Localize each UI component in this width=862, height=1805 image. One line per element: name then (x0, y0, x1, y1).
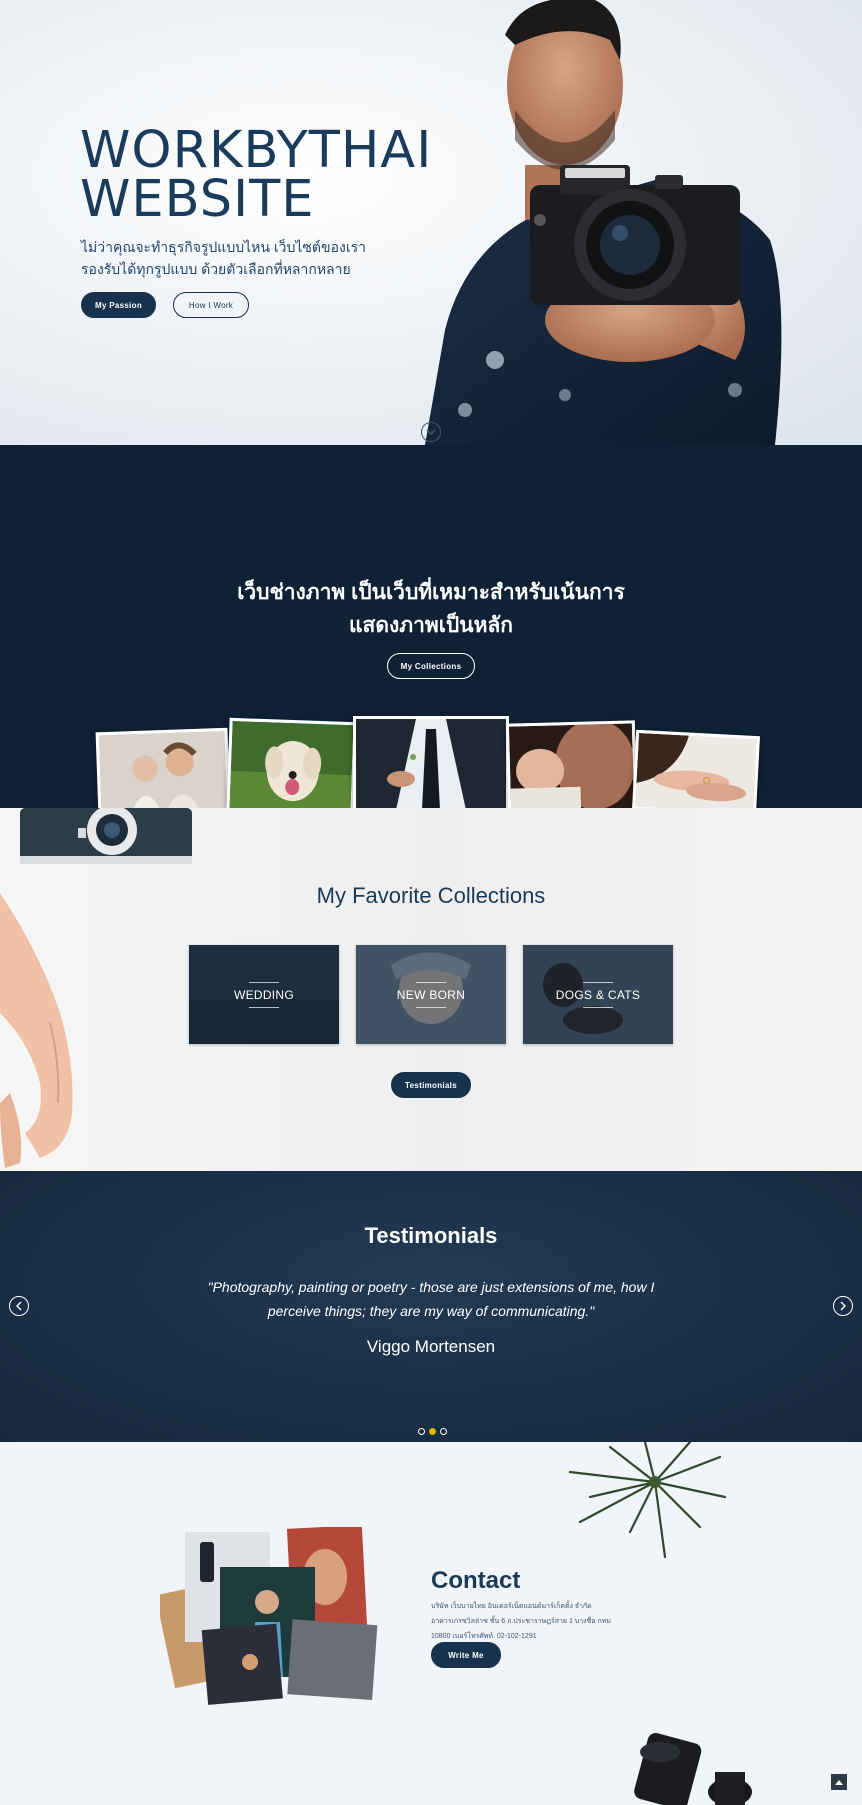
chevron-right-icon (840, 1301, 846, 1311)
photo-father-baby (505, 720, 638, 808)
intro-title-line1: เว็บช่างภาพ เป็นเว็บที่เหมาะสำหรับเน้นกา… (237, 581, 625, 604)
vintage-camera-image (20, 808, 192, 864)
collection-card-new-born[interactable]: NEW BORN (356, 945, 506, 1044)
intro-section: เว็บช่างภาพ เป็นเว็บที่เหมาะสำหรับเน้นกา… (0, 445, 862, 808)
contact-title: Contact (431, 1567, 521, 1594)
card-divider (583, 981, 613, 983)
intro-title-line2: แสดงภาพเป็นหลัก (348, 614, 513, 637)
plant-image (568, 1442, 727, 1559)
photo-collage-image (160, 1527, 378, 1705)
back-to-top-button[interactable] (831, 1774, 847, 1790)
card-divider (249, 1006, 279, 1008)
card-divider (249, 981, 279, 983)
carousel-dot-2[interactable] (429, 1428, 436, 1435)
card-divider (416, 1006, 446, 1008)
card-label-wrapper: WEDDING (189, 945, 339, 1044)
collection-card-dogs-cats[interactable]: DOGS & CATS (523, 945, 673, 1044)
testimonials-title: Testimonials (364, 1223, 498, 1248)
photo-groom (353, 716, 509, 808)
my-collections-button[interactable]: My Collections (387, 653, 475, 679)
collections-title: My Favorite Collections (316, 883, 546, 908)
card-label-new-born: NEW BORN (396, 987, 466, 1002)
carousel-next-button[interactable] (833, 1296, 853, 1316)
intro-title: เว็บช่างภาพ เป็นเว็บที่เหมาะสำหรับเน้นกา… (0, 576, 862, 642)
collection-card-wedding[interactable]: WEDDING (189, 945, 339, 1044)
scroll-down-button[interactable] (421, 422, 441, 442)
chevron-left-icon (16, 1301, 22, 1311)
my-passion-button[interactable]: My Passion (81, 292, 156, 318)
card-label-dogs-cats: DOGS & CATS (555, 987, 641, 1002)
testimonials-button[interactable]: Testimonials (391, 1072, 471, 1098)
photo-rings (631, 729, 761, 808)
card-divider (583, 1006, 613, 1008)
chevron-down-icon (426, 429, 436, 435)
chevron-up-icon (835, 1780, 843, 1785)
card-label-wrapper: DOGS & CATS (523, 945, 673, 1044)
carousel-dot-1[interactable] (418, 1428, 425, 1435)
hero-section: WORKBYTHAI WEBSITE ไม่ว่าคุณจะทำธุรกิจรู… (0, 0, 862, 445)
hero-subtitle-line1: ไม่ว่าคุณจะทำธุรกิจรูปแบบไหน เว็บไซต์ของ… (81, 239, 366, 255)
carousel-dot-3[interactable] (440, 1428, 447, 1435)
card-label-wrapper: NEW BORN (356, 945, 506, 1044)
hero-title: WORKBYTHAI WEBSITE (80, 125, 432, 225)
card-divider (416, 981, 446, 983)
hero-photographer-image (425, 0, 782, 445)
write-me-button[interactable]: Write Me (431, 1642, 501, 1668)
testimonials-section: Testimonials "Photography, painting or p… (0, 1171, 862, 1442)
testimonial-quote: "Photography, painting or poetry - those… (190, 1275, 672, 1323)
hero-subtitle: ไม่ว่าคุณจะทำธุรกิจรูปแบบไหน เว็บไซต์ของ… (81, 236, 411, 280)
photo-dog (226, 717, 357, 808)
photo-kids (95, 727, 231, 808)
hero-title-line2: WEBSITE (80, 170, 315, 229)
carousel-dots (418, 1428, 447, 1435)
contact-line1: บริษัท เว็บบายไทย อินเตอร์เน็ตแอนด์มาร์เ… (431, 1603, 592, 1610)
collections-section: My Favorite Collections WEDDING NEW BORN (0, 808, 862, 1171)
hand-image (0, 893, 73, 1168)
card-label-wedding: WEDDING (233, 987, 295, 1002)
contact-address: บริษัท เว็บบายไทย อินเตอร์เน็ตแอนด์มาร์เ… (431, 1599, 631, 1644)
quote-line1: "Photography, painting or poetry - those… (207, 1279, 655, 1295)
testimonial-author: Viggo Mortensen (366, 1337, 496, 1356)
how-i-work-button[interactable]: How I Work (173, 292, 249, 318)
camera-lens-image (634, 1733, 752, 1805)
contact-line2: อาคารเกรซวิลล่าช ชั้น 6 ถ.ประชาราษฎร์สาย… (431, 1618, 611, 1625)
quote-line2: perceive things; they are my way of comm… (267, 1303, 595, 1319)
hero-subtitle-line2: รองรับได้ทุกรูปแบบ ด้วยตัวเลือกที่หลากหล… (81, 261, 351, 277)
contact-section: Contact บริษัท เว็บบายไทย อินเตอร์เน็ตแอ… (0, 1442, 862, 1805)
carousel-prev-button[interactable] (9, 1296, 29, 1316)
contact-line3: 10800 เบอร์โทรศัพท์. 02-102-1291 (431, 1633, 537, 1640)
